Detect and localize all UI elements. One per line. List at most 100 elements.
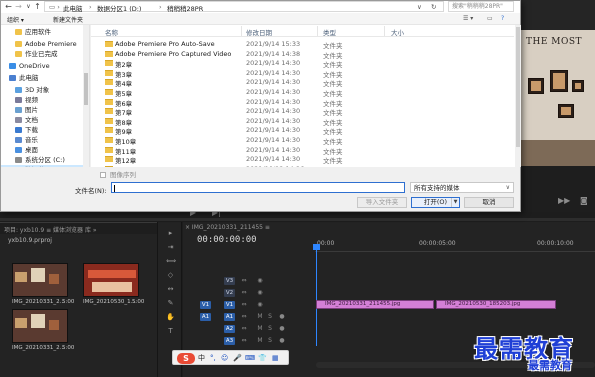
mic-icon[interactable]: ● [278, 325, 286, 333]
project-panel-tabs[interactable]: 项目: yxb10.9 ≡ 媒体浏览器 库 » [0, 223, 157, 234]
ime-emoji-icon[interactable]: ☺ [221, 353, 228, 364]
nav-item[interactable]: 作业已完成 [1, 49, 89, 59]
file-row[interactable]: 第12章 2021/9/14 14:30 文件夹 [91, 154, 514, 165]
slip-icon[interactable]: ↔ [166, 286, 175, 293]
nav-item[interactable]: 视频 [1, 95, 89, 105]
track-select-icon[interactable]: ⇥ [166, 244, 175, 251]
ime-toolbar[interactable]: S 中 °, ☺ 🎤 ⌨ 👕 ▦ [172, 350, 289, 365]
nav-item[interactable]: 文档 [1, 115, 89, 125]
file-row[interactable]: 第8章 2021/9/14 14:30 文件夹 [91, 116, 514, 127]
source-patch-a1[interactable]: A1 [200, 313, 211, 321]
nav-item[interactable]: 系统分区 (C:) [1, 155, 89, 165]
nav-item[interactable]: 图片 [1, 105, 89, 115]
sync-lock-icon[interactable]: ⇔ [240, 313, 248, 321]
sync-lock-icon[interactable]: ⇔ [240, 301, 248, 309]
clip-thumbnail[interactable] [12, 309, 68, 343]
open-button[interactable]: 打开(O) ▼ [411, 197, 460, 208]
view-options-icon[interactable]: ☰ ▾ [463, 15, 473, 22]
eye-icon[interactable]: ◉ [256, 277, 264, 285]
file-row[interactable]: 第3章 2021/9/14 14:30 文件夹 [91, 68, 514, 79]
recent-locations-icon[interactable]: ∨ [24, 2, 33, 12]
timeline-clip[interactable]: IMG_20210530_185203.jpg [436, 300, 556, 309]
file-row[interactable]: Adobe Premiere Pro Captured Video 2021/9/… [91, 49, 514, 60]
nav-item[interactable]: 3D 对象 [1, 85, 89, 95]
column-name[interactable]: 名称 [105, 27, 118, 37]
file-row[interactable]: 第9章 2021/9/14 14:30 文件夹 [91, 125, 514, 136]
mic-icon[interactable]: ● [278, 337, 286, 345]
refresh-icon[interactable]: ↻ [431, 3, 436, 11]
mute-icon[interactable]: M [256, 313, 264, 321]
source-patch-v1[interactable]: V1 [200, 301, 211, 309]
track-name[interactable]: A1 [224, 313, 235, 321]
import-folder-button[interactable]: 导入文件夹 [357, 197, 407, 208]
ime-toolbox-icon[interactable]: ▦ [272, 353, 279, 364]
sync-lock-icon[interactable]: ⇔ [240, 289, 248, 297]
column-size[interactable]: 大小 [391, 27, 404, 37]
back-icon[interactable]: ← [4, 2, 13, 12]
breadcrumb-item[interactable]: 此电脑 [63, 3, 83, 13]
file-row[interactable]: 第10章 2021/9/14 14:30 文件夹 [91, 135, 514, 146]
solo-icon[interactable]: S [266, 337, 274, 345]
file-row[interactable]: 第2章 2021/9/14 14:30 文件夹 [91, 58, 514, 69]
cancel-button[interactable]: 取消 [464, 197, 514, 208]
filename-input[interactable] [111, 182, 405, 193]
nav-item[interactable]: 应用软件 [1, 27, 89, 37]
file-row[interactable]: 第4章 2021/9/14 14:30 文件夹 [91, 77, 514, 88]
ime-voice-icon[interactable]: 🎤 [233, 353, 242, 364]
help-icon[interactable]: ? [501, 15, 504, 22]
track-name[interactable]: V1 [224, 301, 235, 309]
sync-lock-icon[interactable]: ⇔ [240, 337, 248, 345]
eye-icon[interactable]: ◉ [256, 289, 264, 297]
track-name[interactable]: A3 [224, 337, 235, 345]
nav-item[interactable]: Adobe Premiere [1, 39, 89, 49]
file-row[interactable]: 作业已完成 2021/10/12 14:26 文件夹 [91, 164, 514, 167]
ime-logo-icon[interactable]: S [177, 353, 195, 364]
column-type[interactable]: 类型 [323, 27, 336, 37]
column-date[interactable]: 修改日期 [246, 27, 272, 37]
ime-punctuation-icon[interactable]: °, [210, 353, 216, 364]
breadcrumb-item[interactable]: 稍稍稍28PR [167, 3, 203, 13]
file-list-scrollbar[interactable] [515, 25, 521, 167]
nav-item[interactable]: OneDrive [1, 61, 89, 71]
razor-icon[interactable]: ◇ [166, 272, 175, 279]
ime-keyboard-icon[interactable]: ⌨ [245, 353, 255, 364]
solo-icon[interactable]: S [266, 325, 274, 333]
eye-icon[interactable]: ◉ [256, 301, 264, 309]
checkbox-box[interactable] [100, 172, 106, 178]
organize-button[interactable]: 组织 ▾ [7, 15, 24, 24]
timeline-ruler[interactable]: 00:00 00:00:05:00 00:00:10:00 [315, 236, 595, 252]
address-bar[interactable]: ▭ › 此电脑 › 数据分区1 (D:) › 稍稍稍28PR ∨ ↻ [44, 1, 444, 13]
ime-language-toggle[interactable]: 中 [198, 353, 205, 364]
nav-item[interactable]: 此电脑 [1, 73, 89, 83]
step-forward-icon[interactable]: ▶▶ [558, 196, 570, 205]
sync-lock-icon[interactable]: ⇔ [240, 325, 248, 333]
track-name[interactable]: V2 [224, 289, 235, 297]
track-name[interactable]: V3 [224, 277, 235, 285]
nav-item[interactable]: 音乐 [1, 135, 89, 145]
ime-skin-icon[interactable]: 👕 [258, 353, 267, 364]
up-folder-icon[interactable]: ↑ [33, 2, 42, 12]
selection-tool-icon[interactable]: ▸ [166, 230, 175, 237]
hand-icon[interactable]: ✋ [166, 314, 175, 321]
image-sequence-checkbox[interactable]: 图像序列 [100, 169, 136, 179]
clip-thumbnail[interactable] [83, 263, 139, 297]
pen-icon[interactable]: ✎ [166, 300, 175, 307]
nav-item[interactable]: 桌面 [1, 145, 89, 155]
nav-item[interactable]: 下载 [1, 125, 89, 135]
file-row[interactable]: 第6章 2021/9/14 14:30 文件夹 [91, 97, 514, 108]
solo-icon[interactable]: S [266, 313, 274, 321]
nav-scrollbar[interactable] [83, 25, 89, 167]
file-row[interactable]: 第11章 2021/9/14 14:30 文件夹 [91, 145, 514, 156]
export-frame-icon[interactable]: ◙ [580, 196, 588, 205]
mute-icon[interactable]: M [256, 337, 264, 345]
filetype-select[interactable]: 所有支持的媒体 ∨ [410, 182, 514, 193]
dropdown-icon[interactable]: ∨ [417, 3, 422, 11]
sync-lock-icon[interactable]: ⇔ [240, 277, 248, 285]
timeline-clip[interactable]: IMG_20210331_211455.jpg [316, 300, 434, 309]
file-row[interactable]: 第7章 2021/9/14 14:30 文件夹 [91, 106, 514, 117]
new-folder-button[interactable]: 新建文件夹 [53, 15, 83, 24]
mic-icon[interactable]: ● [278, 313, 286, 321]
nav-scroll-thumb[interactable] [84, 73, 88, 105]
file-row[interactable]: Adobe Premiere Pro Auto-Save 2021/9/14 15… [91, 39, 514, 50]
timeline-timecode[interactable]: 00:00:00:00 [197, 235, 257, 245]
